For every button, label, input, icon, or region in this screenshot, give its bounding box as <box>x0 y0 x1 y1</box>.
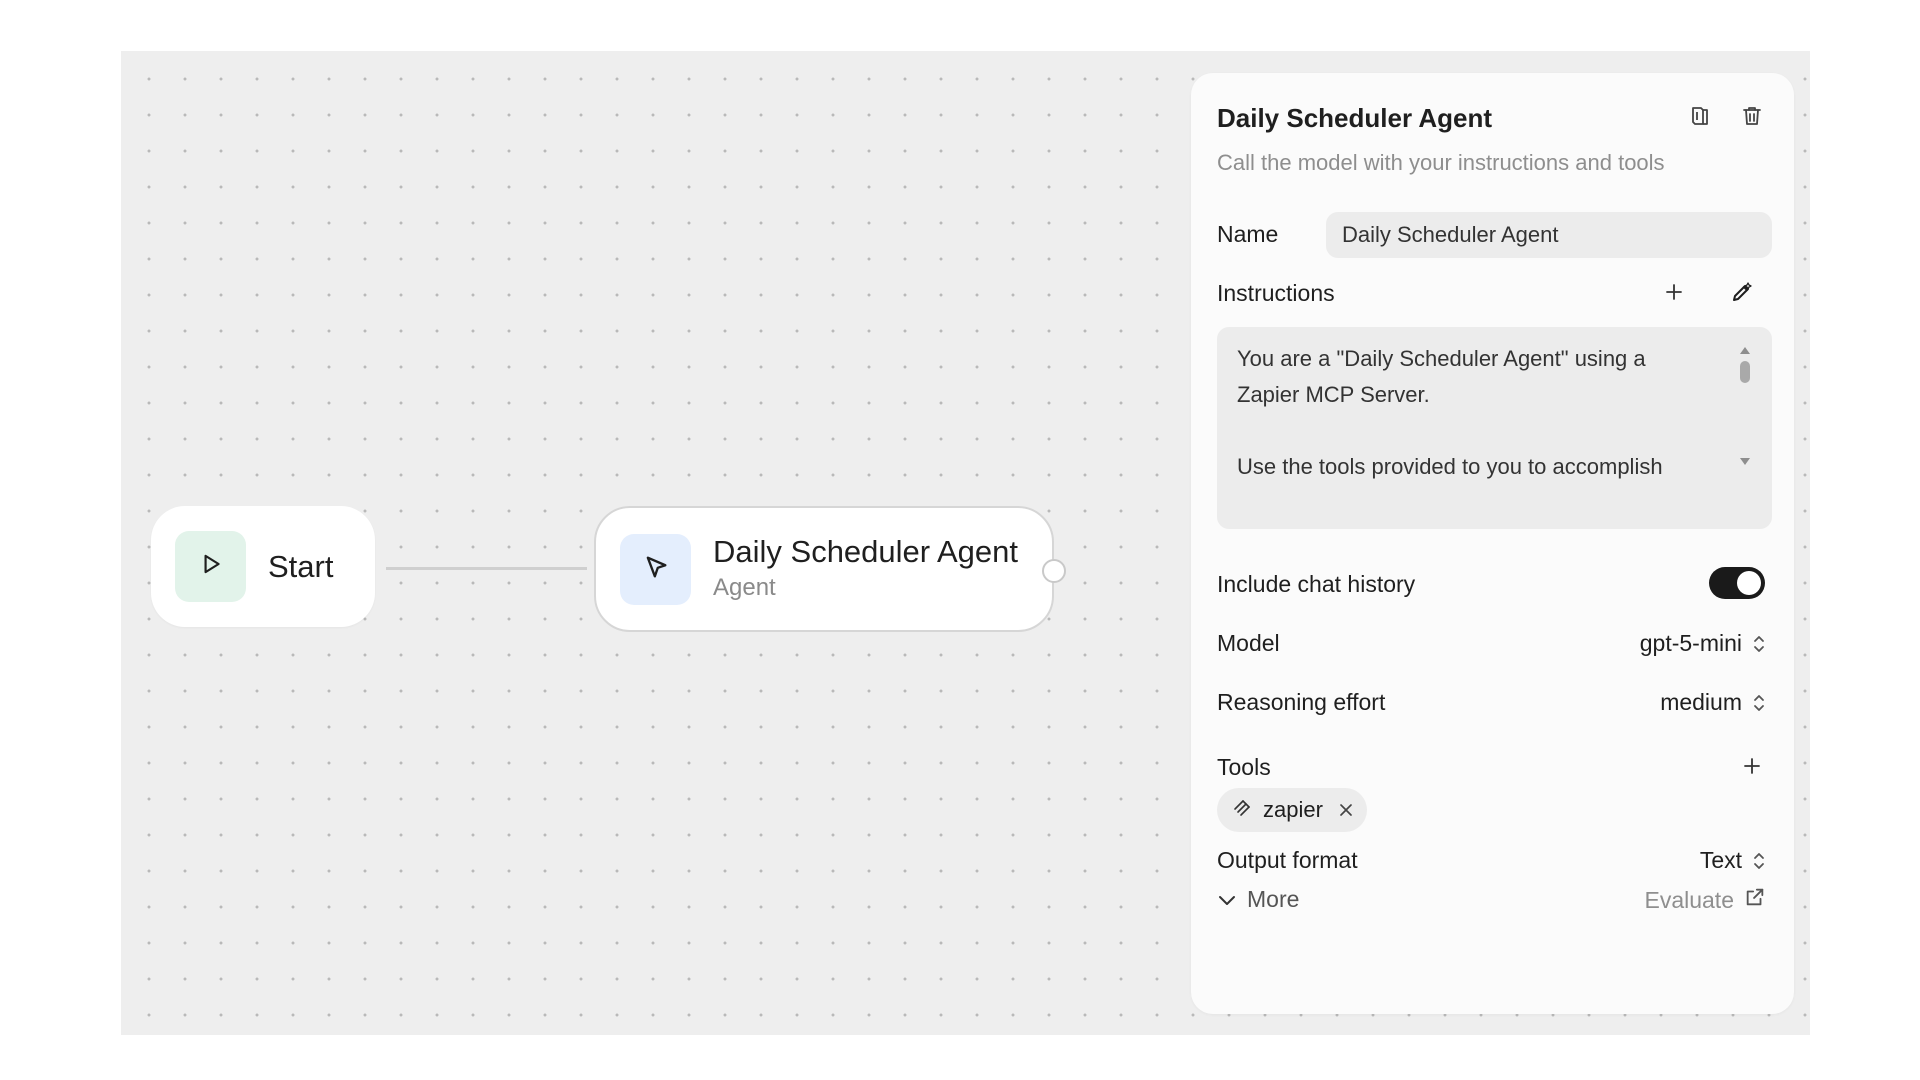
more-label: More <box>1247 886 1300 912</box>
zapier-icon <box>1231 795 1255 825</box>
evaluate-label: Evaluate <box>1644 886 1734 913</box>
chat-history-label: Include chat history <box>1217 571 1416 597</box>
panel-description: Call the model with your instructions an… <box>1217 150 1665 175</box>
agent-node-text: Daily Scheduler Agent Agent <box>713 533 1018 605</box>
start-node[interactable]: Start <box>151 506 375 627</box>
name-label: Name <box>1217 221 1279 247</box>
instructions-line-2: Use the tools provided to you to accompl… <box>1237 454 1663 479</box>
add-instruction-icon[interactable] <box>1657 275 1691 309</box>
trash-icon[interactable] <box>1735 99 1769 133</box>
scroll-up-arrow[interactable] <box>1740 347 1750 354</box>
agent-node[interactable]: Daily Scheduler Agent Agent <box>594 506 1066 632</box>
chevron-updown-icon <box>1752 851 1766 871</box>
workflow-canvas[interactable]: Start Daily Scheduler Agent Agent Daily … <box>121 51 1810 1035</box>
panel-title: Daily Scheduler Agent <box>1217 103 1492 133</box>
start-node-icon-box <box>175 531 246 602</box>
instructions-label: Instructions <box>1217 280 1335 306</box>
add-tool-icon[interactable] <box>1735 749 1769 783</box>
tools-label: Tools <box>1217 754 1271 780</box>
output-format-value: Text <box>1699 847 1742 873</box>
instructions-line-1: You are a "Daily Scheduler Agent" using … <box>1237 346 1646 407</box>
chevron-updown-icon <box>1752 634 1766 654</box>
reasoning-value: medium <box>1660 689 1742 715</box>
toggle-knob <box>1737 571 1761 595</box>
scrollbar-thumb[interactable] <box>1740 361 1750 383</box>
chat-history-toggle[interactable] <box>1709 567 1765 599</box>
evaluate-link[interactable]: Evaluate <box>1644 886 1766 914</box>
name-field[interactable] <box>1326 212 1772 258</box>
more-toggle[interactable]: More <box>1217 886 1299 913</box>
chevron-updown-icon <box>1752 693 1766 713</box>
external-link-icon <box>1744 886 1766 914</box>
agent-node-subtitle: Agent <box>713 574 776 601</box>
tool-chip-label: zapier <box>1263 797 1323 822</box>
agent-node-title: Daily Scheduler Agent <box>713 534 1019 569</box>
model-value: gpt-5-mini <box>1639 630 1742 656</box>
agent-settings-panel: Daily Scheduler Agent Call the model wit… <box>1191 73 1794 1014</box>
connection-edge <box>386 567 587 570</box>
play-icon <box>198 551 224 582</box>
tool-chip-zapier[interactable]: zapier <box>1217 788 1367 832</box>
output-format-label: Output format <box>1217 847 1358 873</box>
output-format-select[interactable]: Text <box>1700 847 1766 874</box>
edit-instructions-icon[interactable] <box>1725 275 1759 309</box>
chevron-down-icon <box>1217 886 1237 913</box>
remove-tool-icon[interactable] <box>1339 803 1353 817</box>
reasoning-label: Reasoning effort <box>1217 689 1386 715</box>
model-label: Model <box>1217 630 1280 656</box>
reasoning-select[interactable]: medium <box>1660 689 1766 716</box>
output-handle[interactable] <box>1042 559 1066 583</box>
start-node-label: Start <box>268 548 334 584</box>
model-select[interactable]: gpt-5-mini <box>1640 630 1766 657</box>
agent-node-icon-box <box>620 533 691 605</box>
copy-icon[interactable] <box>1683 99 1717 133</box>
instructions-textarea[interactable]: You are a "Daily Scheduler Agent" using … <box>1217 327 1772 529</box>
cursor-icon <box>642 553 670 586</box>
scroll-down-arrow[interactable] <box>1740 458 1750 465</box>
